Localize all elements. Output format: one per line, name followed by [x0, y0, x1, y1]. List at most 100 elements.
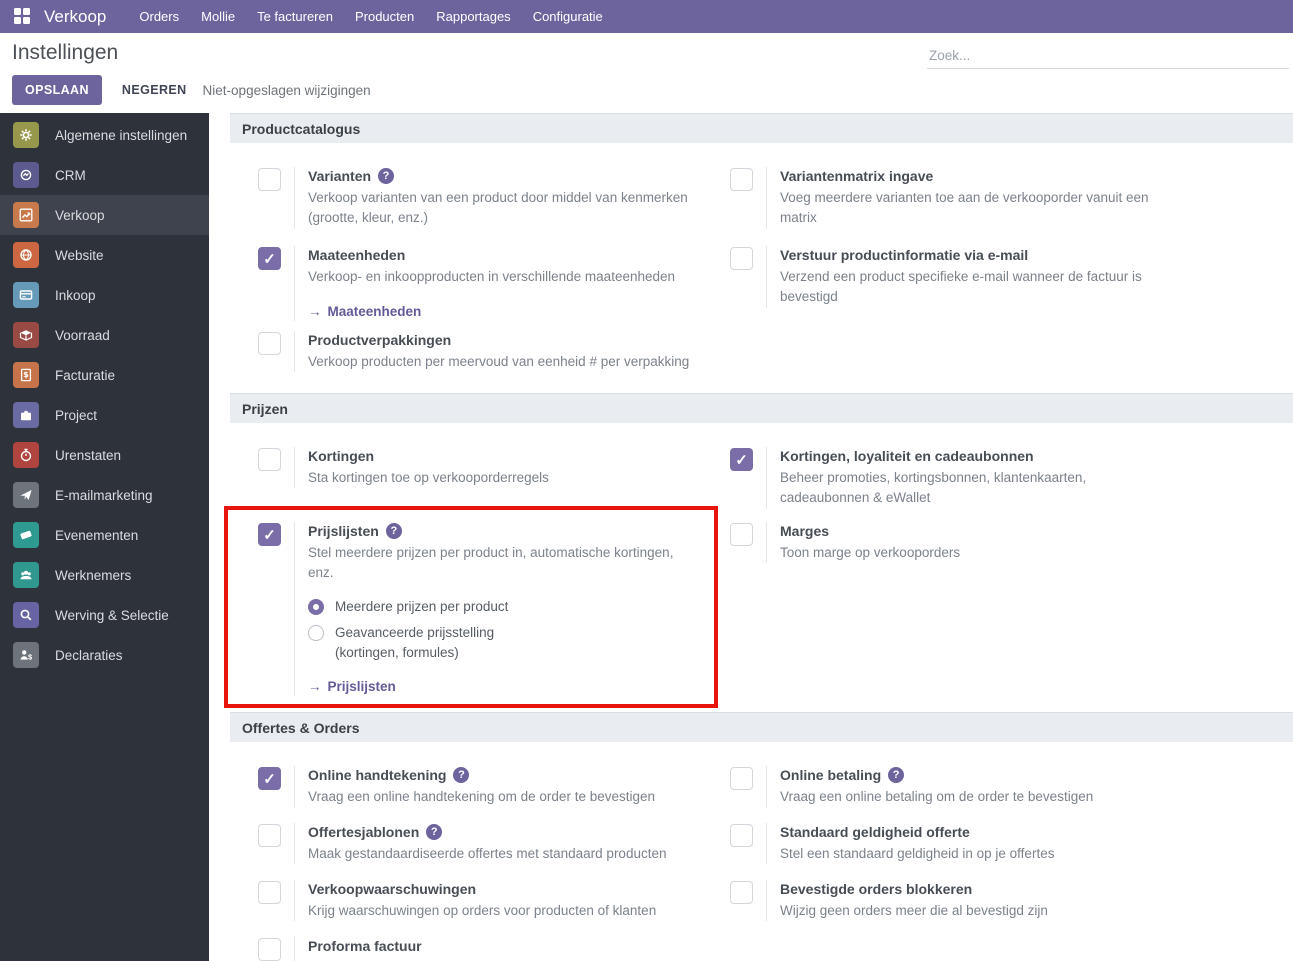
sidebar-item-label: Werknemers: [55, 567, 132, 583]
checkbox-verstuur-productinformatie[interactable]: [730, 247, 753, 270]
sales-chart-icon: [13, 202, 39, 228]
checkbox-varianten[interactable]: [258, 168, 281, 191]
maateenheden-link[interactable]: → Maateenheden: [308, 304, 421, 319]
checkbox-marges[interactable]: [730, 523, 753, 546]
setting-kortingen: Kortingen Sta kortingen toe op verkoopor…: [230, 447, 702, 522]
checkbox-online-betaling[interactable]: [730, 767, 753, 790]
sidebar-item-label: Declaraties: [55, 647, 123, 663]
magnifier-icon: [13, 602, 39, 628]
checkbox-bevestigde-orders[interactable]: [730, 881, 753, 904]
setting-desc: Vraag een online handtekening om de orde…: [308, 789, 655, 805]
sidebar-item-label: Algemene instellingen: [55, 127, 188, 143]
top-navbar: Verkoop Orders Mollie Te factureren Prod…: [0, 0, 1293, 33]
sidebar-item-werknemers[interactable]: Werknemers: [0, 555, 209, 595]
setting-label: Maateenheden: [308, 247, 406, 263]
section-header-prijzen: Prijzen: [230, 393, 1293, 423]
help-icon[interactable]: ?: [453, 767, 470, 784]
person-dollar-icon: $: [13, 642, 39, 668]
setting-marges: Marges Toon marge op verkooporders: [702, 522, 1293, 712]
checkbox-online-handtekening[interactable]: [258, 767, 281, 790]
arrow-right-icon: →: [308, 679, 322, 695]
setting-prijslijsten: Prijslijsten? Stel meerdere prijzen per …: [230, 522, 702, 712]
help-icon[interactable]: ?: [426, 824, 443, 841]
unsaved-changes-text: Niet-opgeslagen wijzigingen: [202, 82, 371, 98]
help-icon[interactable]: ?: [378, 168, 395, 185]
setting-label: Marges: [780, 523, 830, 539]
setting-varianten: Varianten? Verkoop varianten van een pro…: [230, 167, 702, 246]
ticket-icon: [13, 522, 39, 548]
setting-desc: Voeg meerdere varianten toe aan de verko…: [780, 190, 1149, 226]
apps-grid-icon[interactable]: [14, 8, 31, 25]
setting-desc: Toon marge op verkooporders: [780, 545, 961, 561]
checkbox-maateenheden[interactable]: [258, 247, 281, 270]
search-input[interactable]: [927, 43, 1289, 69]
sidebar-item-website[interactable]: Website: [0, 235, 209, 275]
sidebar-item-inkoop[interactable]: Inkoop: [0, 275, 209, 315]
menu-rapportages[interactable]: Rapportages: [425, 0, 521, 33]
help-icon[interactable]: ?: [385, 523, 402, 540]
checkbox-verkoopwaarschuwingen[interactable]: [258, 881, 281, 904]
checkbox-prijslijsten[interactable]: [258, 523, 281, 546]
setting-productverpakkingen: Productverpakkingen Verkoop producten pe…: [230, 331, 702, 393]
radio-label-line2: (kortingen, formules): [335, 644, 459, 660]
menu-orders[interactable]: Orders: [128, 0, 190, 33]
sidebar-item-verkoop[interactable]: Verkoop: [0, 195, 209, 235]
setting-label: Variantenmatrix ingave: [780, 168, 934, 184]
setting-label: Prijslijsten: [308, 523, 379, 539]
help-icon[interactable]: ?: [888, 767, 905, 784]
checkbox-offertesjablonen[interactable]: [258, 824, 281, 847]
setting-desc: Stel een standaard geldigheid in op je o…: [780, 846, 1055, 862]
people-icon: [13, 562, 39, 588]
handshake-icon: [13, 162, 39, 188]
globe-icon: [13, 242, 39, 268]
box-icon: [13, 322, 39, 348]
page-title: Instellingen: [12, 41, 119, 64]
sidebar-item-voorraad[interactable]: Voorraad: [0, 315, 209, 355]
sidebar-item-algemene-instellingen[interactable]: Algemene instellingen: [0, 115, 209, 155]
setting-proforma-factuur: Proforma factuur: [230, 937, 702, 961]
sidebar-item-label: Inkoop: [55, 287, 96, 303]
checkbox-kortingen-loyaliteit[interactable]: [730, 448, 753, 471]
setting-desc: Vraag een online betaling om de order te…: [780, 789, 1094, 805]
sidebar-item-facturatie[interactable]: Facturatie: [0, 355, 209, 395]
sidebar-item-label: Urenstaten: [55, 447, 122, 463]
menu-te-factureren[interactable]: Te factureren: [246, 0, 344, 33]
menu-configuratie[interactable]: Configuratie: [522, 0, 614, 33]
checkbox-productverpakkingen[interactable]: [258, 332, 281, 355]
setting-desc: Sta kortingen toe op verkooporderregels: [308, 470, 549, 486]
setting-label: Online betaling: [780, 767, 882, 783]
setting-label: Kortingen: [308, 448, 375, 464]
checkbox-variantenmatrix[interactable]: [730, 168, 753, 191]
setting-label: Varianten: [308, 168, 372, 184]
sidebar-item-project[interactable]: Project: [0, 395, 209, 435]
prijslijsten-link[interactable]: → Prijslijsten: [308, 679, 396, 694]
sidebar-item-crm[interactable]: CRM: [0, 155, 209, 195]
radio-label: Geavanceerde prijsstelling: [335, 625, 495, 641]
setting-kortingen-loyaliteit: Kortingen, loyaliteit en cadeaubonnen Be…: [702, 447, 1293, 522]
radio-geavanceerde-prijsstelling[interactable]: Geavanceerde prijsstelling: [308, 624, 702, 641]
menu-producten[interactable]: Producten: [344, 0, 425, 33]
sidebar-item-urenstaten[interactable]: Urenstaten: [0, 435, 209, 475]
menu-mollie[interactable]: Mollie: [190, 0, 246, 33]
setting-online-handtekening: Online handtekening? Vraag een online ha…: [230, 766, 702, 823]
sidebar-item-declaraties[interactable]: $ Declaraties: [0, 635, 209, 675]
sidebar-item-emailmarketing[interactable]: E-mailmarketing: [0, 475, 209, 515]
checkbox-kortingen[interactable]: [258, 448, 281, 471]
save-button[interactable]: OPSLAAN: [12, 75, 102, 105]
radio-icon[interactable]: [308, 598, 324, 615]
checkbox-standaard-geldigheid[interactable]: [730, 824, 753, 847]
sidebar-item-label: Facturatie: [55, 367, 116, 383]
checkbox-proforma-factuur[interactable]: [258, 938, 281, 961]
app-brand[interactable]: Verkoop: [44, 7, 106, 27]
section-header-productcatalogus: Productcatalogus: [230, 113, 1293, 143]
sidebar-item-evenementen[interactable]: Evenementen: [0, 515, 209, 555]
radio-meerdere-prijzen[interactable]: Meerdere prijzen per product: [308, 598, 702, 615]
radio-icon[interactable]: [308, 624, 324, 641]
section-header-offertes-orders: Offertes & Orders: [230, 712, 1293, 742]
invoice-icon: [13, 362, 39, 388]
discard-button[interactable]: NEGEREN: [118, 75, 191, 105]
sidebar-item-werving-selectie[interactable]: Werving & Selectie: [0, 595, 209, 635]
setting-desc: Verkoop producten per meervoud van eenhe…: [308, 354, 690, 370]
sidebar-item-label: Evenementen: [55, 527, 139, 543]
setting-desc: Krijg waarschuwingen op orders voor prod…: [308, 903, 657, 919]
